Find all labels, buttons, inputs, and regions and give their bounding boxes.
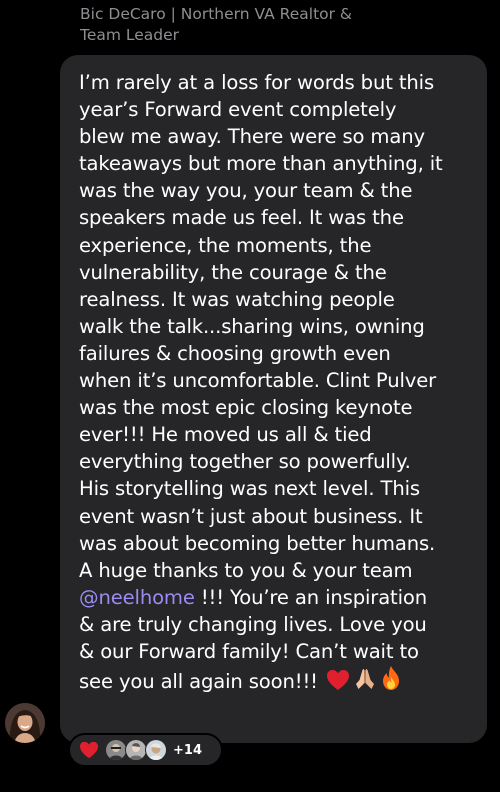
avatar[interactable] [5, 703, 45, 743]
sender-name-line2: Team Leader [80, 26, 180, 44]
reactor-avatar [145, 739, 167, 761]
message-line: & are truly changing lives. Love you [79, 612, 427, 636]
red-heart-icon [79, 741, 99, 759]
message-line: & our Forward family! Can’t wait to [79, 639, 419, 663]
reactions-count: +14 [173, 742, 202, 758]
message-bubble[interactable]: I’m rarely at a loss for words but this … [60, 55, 487, 743]
message-line: was about becoming better humans. [79, 531, 436, 555]
reactor-avatar [105, 739, 127, 761]
message-line: year’s Forward event completely [79, 98, 397, 122]
message-line: speakers made us feel. It was the [79, 206, 404, 230]
message-line: takeaways but more than anything, it [79, 152, 443, 176]
reactions-bar[interactable]: +14 [68, 733, 223, 767]
message-line: realness. It was watching people [79, 287, 395, 311]
red-heart-icon [326, 669, 350, 698]
message-fragment: !!! You’re an inspiration [194, 585, 427, 609]
message-line: event wasn’t just about business. It [79, 504, 423, 528]
message-line-mention: @neelhome !!! You’re an inspiration [79, 584, 475, 611]
message-line: His storytelling was next level. This [79, 477, 420, 501]
reactor-avatar [125, 739, 147, 761]
message-line: I’m rarely at a loss for words but this [79, 71, 434, 94]
message-line: blew me away. There were so many [79, 125, 425, 149]
message-line-last: see you all again soon!!! [79, 665, 475, 698]
folded-hands-icon [352, 667, 378, 698]
message-line: when it’s uncomfortable. Clint Pulver [79, 369, 437, 393]
message-line: A huge thanks to you & your team [79, 558, 413, 582]
message-line: walk the talk...sharing wins, owning [79, 314, 425, 338]
message-line: ever!!! He moved us all & tied [79, 423, 372, 447]
message-line: was the way you, your team & the [79, 179, 413, 203]
mention-link[interactable]: @neelhome [79, 586, 195, 609]
message-line: vulnerability, the courage & the [79, 260, 387, 284]
message-fragment: see you all again soon!!! [79, 670, 324, 694]
sender-name-line1: Bic DeCaro | Northern VA Realtor & [80, 5, 353, 23]
message-line: experience, the moments, the [79, 233, 372, 257]
message-line: everything together so powerfully. [79, 450, 411, 474]
message-line: was the most epic closing keynote [79, 396, 413, 420]
fire-icon [380, 665, 402, 698]
message-line: failures & choosing growth even [79, 341, 391, 365]
message-text: I’m rarely at a loss for words but this … [79, 69, 475, 698]
sender-name: Bic DeCaro | Northern VA Realtor & Team … [80, 4, 410, 46]
